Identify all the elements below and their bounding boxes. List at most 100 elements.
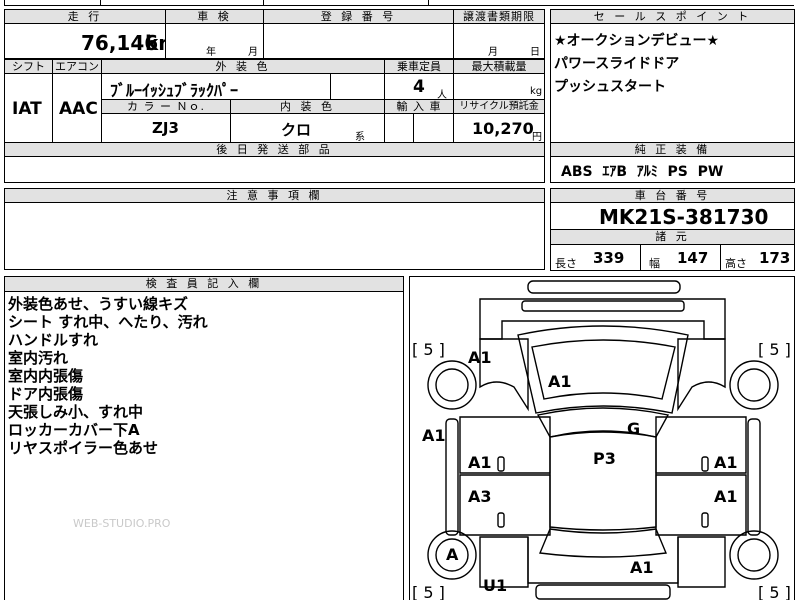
top-strip-bottom: [4, 5, 794, 6]
damage-label-front-left-fender: A1: [468, 348, 492, 367]
inspector-line: ドア内張傷: [8, 385, 84, 403]
import-cell-b: [413, 113, 454, 143]
exterior-color-cell: ﾌﾞﾙｰｲｯｼｭﾌﾞﾗｯｸﾊﾟｰ: [101, 73, 331, 100]
car-diagram: [427, 280, 779, 600]
damage-label-left-wheel: A: [446, 545, 459, 564]
roof-panel: [549, 431, 657, 531]
sales-point-line: パワースライドドア: [554, 56, 680, 72]
capacity-value: 4: [413, 77, 425, 97]
inspector-line: 室内内張傷: [8, 367, 84, 385]
tire-tread-front-right: [ 5 ]: [758, 340, 791, 359]
right-door-handle: [701, 512, 709, 528]
inspection-year-label: 年: [206, 47, 216, 58]
damage-label-left-side: A1: [422, 426, 446, 445]
shift-header: シフト: [4, 59, 53, 74]
rear-right-wheel-inner: [737, 538, 771, 572]
height-value: 173: [759, 249, 791, 267]
inspector-line: 天張しみ小、すれ中: [8, 403, 144, 421]
right-door-handle: [701, 456, 709, 472]
rear-hatch: [527, 537, 679, 584]
interior-color-cell: クロ 系: [230, 113, 385, 143]
damage-label-rear-left-door: A3: [468, 487, 492, 506]
interior-color-header: 内 装 色: [230, 99, 385, 114]
length-value: 339: [593, 249, 625, 267]
front-right-wheel: [729, 360, 779, 410]
mileage-unit: km: [145, 31, 165, 55]
rear-bumper: [535, 584, 671, 600]
aircon-value: AAC: [59, 99, 98, 119]
max-load-header: 最大積載量: [453, 59, 545, 74]
inspection-header: 車 検: [165, 9, 264, 24]
rear-window: [539, 528, 667, 558]
shift-value: IAT: [12, 99, 42, 119]
import-header: 輸 入 車: [384, 99, 454, 114]
specs-header: 諸 元: [550, 229, 795, 245]
registration-cell: [263, 23, 454, 59]
watermark: WEB-STUDIO.PRO: [73, 517, 171, 530]
inspection-month-label: 月: [248, 47, 258, 58]
notes-cell: [4, 202, 545, 270]
equipment-header: 純 正 装 備: [550, 142, 795, 157]
damage-label-roof-p: P3: [593, 449, 616, 468]
sales-point-line: ★オークションデビュー★: [554, 33, 720, 49]
tire-tread-rear-right: [ 5 ]: [758, 583, 791, 600]
width-label: 幅: [649, 257, 660, 270]
tire-tread-value: 5: [423, 340, 434, 359]
inspection-cell: 年 月: [165, 23, 264, 59]
height-cell: 高さ 173: [720, 244, 795, 271]
equipment-cell: ABS ｴｱB ｱﾙﾐ PS PW: [550, 156, 795, 183]
rear-quarter-right: [677, 536, 726, 588]
parts-header: 後 日 発 送 部 品: [4, 142, 545, 157]
inspector-line: 外装色あせ、うすい線キズ: [8, 295, 189, 313]
mileage-cell: 76,146 km: [4, 23, 166, 59]
length-cell: 長さ 339: [550, 244, 641, 271]
recycle-cell: 10,270 円: [453, 113, 545, 143]
transfer-deadline-cell: 月 日: [453, 23, 545, 59]
color-no-value: ZJ3: [152, 119, 179, 137]
mileage-header: 走 行: [4, 9, 166, 24]
transfer-day-label: 日: [530, 47, 540, 58]
front-left-wheel-inner: [435, 368, 469, 402]
parts-cell: [4, 156, 545, 183]
inspector-line: ハンドルすれ: [8, 331, 99, 349]
tire-tread-front-left: [ 5 ]: [412, 340, 445, 359]
damage-label-front-right-door: A1: [714, 453, 738, 472]
hood-panel: [517, 325, 689, 414]
inspector-notes-box: 外装色あせ、うすい線キズ シート すれ中、へたり、汚れ ハンドルすれ 室内汚れ …: [4, 291, 404, 600]
transfer-deadline-header: 譲渡書類期限: [453, 9, 545, 24]
damage-label-bumper: U1: [483, 576, 508, 595]
width-cell: 幅 147: [640, 244, 721, 271]
car-diagram-box: [ 5 ] [ 5 ] [ 5 ] [ 5 ] A1 A1 A1 G P3 A1…: [409, 276, 795, 600]
recycle-unit: 円: [532, 132, 542, 143]
capacity-unit: 人: [437, 90, 447, 100]
damage-label-hood: A1: [548, 372, 572, 391]
damage-label-front-left-door: A1: [468, 453, 492, 472]
sales-point-box: ★オークションデビュー★ パワースライドドア プッシュスタート: [550, 23, 795, 143]
tire-tread-value: 5: [423, 583, 434, 600]
interior-color-suffix: 系: [355, 132, 365, 143]
tire-tread-value: 5: [769, 340, 780, 359]
width-value: 147: [677, 249, 709, 267]
color-no-cell: ZJ3: [101, 113, 231, 143]
tire-tread-value: 5: [769, 583, 780, 600]
front-left-wheel: [427, 360, 477, 410]
sales-point-line: プッシュスタート: [554, 79, 666, 95]
max-load-unit: kg: [530, 86, 543, 97]
length-label: 長さ: [555, 257, 577, 270]
inspector-line: シート すれ中、へたり、汚れ: [8, 313, 208, 331]
inspector-line: 室内汚れ: [8, 349, 69, 367]
max-load-cell: kg: [453, 73, 545, 100]
transfer-month-label: 月: [488, 47, 498, 58]
front-grille: [521, 300, 685, 312]
recycle-header: リサイクル預託金: [453, 99, 545, 114]
aircon-cell: AAC: [52, 73, 102, 143]
recycle-value: 10,270: [472, 119, 534, 138]
exterior-color-header: 外 装 色: [101, 59, 385, 74]
import-cell-a: [384, 113, 414, 143]
left-rocker: [445, 418, 459, 536]
damage-label-rear-panel: A1: [630, 558, 654, 577]
front-bumper: [479, 298, 726, 340]
inspector-line: リヤスポイラー色あせ: [8, 439, 159, 457]
front-right-wheel-inner: [737, 368, 771, 402]
rear-right-wheel: [729, 530, 779, 580]
